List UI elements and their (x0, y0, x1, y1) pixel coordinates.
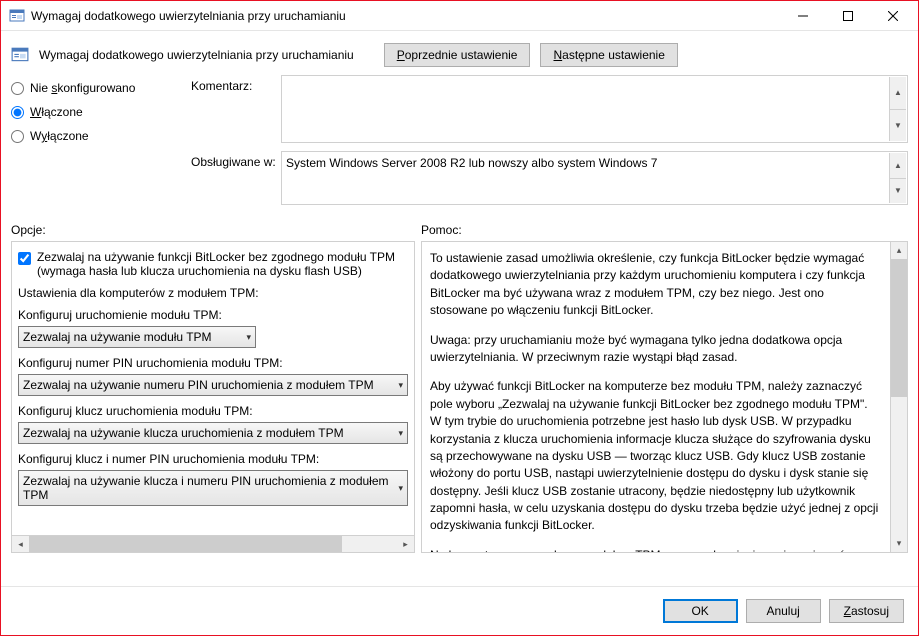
state-radios: Nie skonfigurowano Włączone Wyłączone (11, 75, 191, 213)
tpm-key-combo[interactable]: Zezwalaj na używanie klucza uruchomienia… (18, 422, 408, 444)
policy-icon (11, 46, 29, 64)
radio-disabled[interactable]: Wyłączone (11, 129, 191, 143)
tpm-key-pin-combo[interactable]: Zezwalaj na używanie klucza i numeru PIN… (18, 470, 408, 506)
configure-tpm-startup-label: Konfiguruj uruchomienie modułu TPM: (18, 308, 408, 322)
app-icon (9, 8, 25, 24)
help-vertical-scrollbar[interactable]: ▴ ▾ (890, 242, 907, 552)
options-horizontal-scrollbar[interactable]: ◂ ▸ (12, 535, 414, 552)
scroll-thumb[interactable] (29, 536, 342, 552)
chevron-down-icon: ▾ (398, 428, 403, 439)
radio-enabled[interactable]: Włączone (11, 105, 191, 119)
help-text: To ustawienie zasad umożliwia określenie… (422, 242, 890, 552)
options-pane: Zezwalaj na używanie funkcji BitLocker b… (11, 241, 415, 553)
window-title: Wymagaj dodatkowego uwierzytelniania prz… (31, 9, 346, 23)
chevron-down-icon: ▾ (398, 483, 403, 494)
scroll-up-button[interactable]: ▴ (891, 242, 907, 259)
chevron-down-icon: ▾ (246, 332, 251, 343)
help-heading: Pomoc: (421, 223, 462, 237)
scroll-down-button[interactable]: ▾ (891, 535, 907, 552)
apply-button[interactable]: Zastosuj (829, 599, 904, 623)
allow-without-tpm-checkbox[interactable]: Zezwalaj na używanie funkcji BitLocker b… (18, 250, 408, 278)
supported-on-text: System Windows Server 2008 R2 lub nowszy… (286, 156, 903, 170)
radio-not-configured[interactable]: Nie skonfigurowano (11, 81, 191, 95)
scroll-thumb[interactable] (891, 259, 907, 397)
configure-pin-label: Konfiguruj numer PIN uruchomienia modułu… (18, 356, 408, 370)
configure-key-label: Konfiguruj klucz uruchomienia modułu TPM… (18, 404, 408, 418)
scroll-right-button[interactable]: ▸ (397, 536, 414, 552)
titlebar: Wymagaj dodatkowego uwierzytelniania prz… (1, 1, 918, 31)
options-heading: Opcje: (11, 223, 421, 237)
tpm-settings-label: Ustawienia dla komputerów z modułem TPM: (18, 286, 408, 300)
comment-spinner[interactable]: ▲▼ (889, 77, 906, 141)
comment-input[interactable]: ▲▼ (281, 75, 908, 143)
supported-label: Obsługiwane w: (191, 151, 281, 205)
prev-setting-button[interactable]: Poprzednie ustawienie (384, 43, 531, 67)
next-setting-button[interactable]: Następne ustawienie (540, 43, 677, 67)
close-button[interactable] (873, 1, 918, 30)
configure-key-pin-label: Konfiguruj klucz i numer PIN uruchomieni… (18, 452, 408, 466)
footer: OK Anuluj Zastosuj (1, 586, 918, 635)
minimize-button[interactable] (783, 1, 828, 30)
maximize-button[interactable] (828, 1, 873, 30)
header: Wymagaj dodatkowego uwierzytelniania prz… (1, 31, 918, 75)
tpm-pin-combo[interactable]: Zezwalaj na używanie numeru PIN uruchomi… (18, 374, 408, 396)
chevron-down-icon: ▾ (398, 380, 403, 391)
supported-spinner[interactable]: ▲▼ (889, 153, 906, 203)
ok-button[interactable]: OK (663, 599, 738, 623)
scroll-left-button[interactable]: ◂ (12, 536, 29, 552)
page-title: Wymagaj dodatkowego uwierzytelniania prz… (39, 48, 354, 62)
cancel-button[interactable]: Anuluj (746, 599, 821, 623)
supported-on-box: System Windows Server 2008 R2 lub nowszy… (281, 151, 908, 205)
help-pane: To ustawienie zasad umożliwia określenie… (421, 241, 908, 553)
comment-label: Komentarz: (191, 75, 281, 143)
tpm-startup-combo[interactable]: Zezwalaj na używanie modułu TPM▾ (18, 326, 256, 348)
